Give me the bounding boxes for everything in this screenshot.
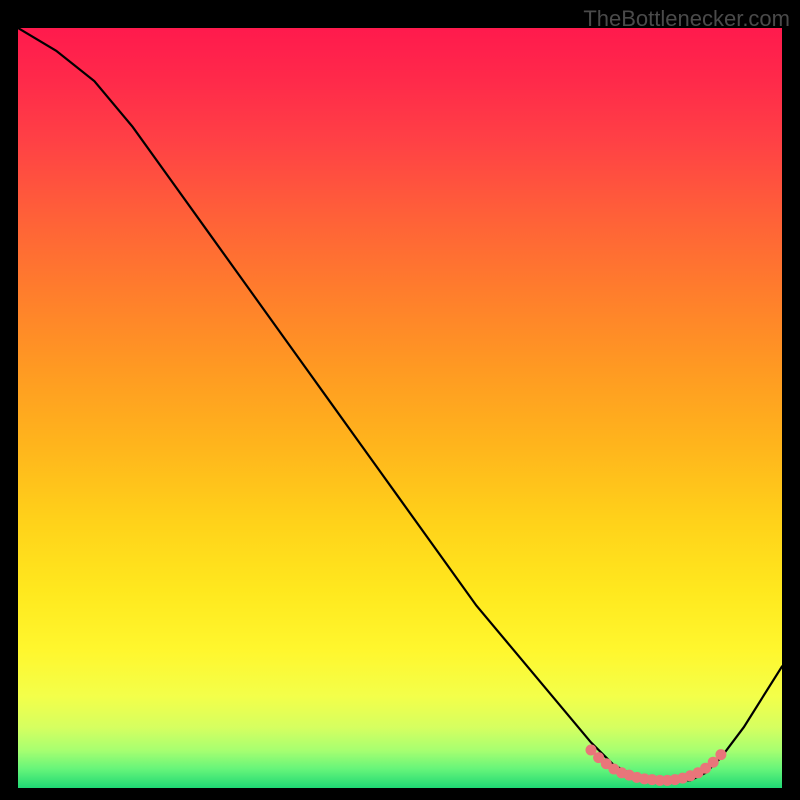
chart-container: TheBottlenecker.com (0, 0, 800, 800)
heatmap-background (18, 28, 782, 788)
plot-area (18, 28, 782, 788)
highlight-dot (715, 749, 726, 760)
watermark-text: TheBottlenecker.com (583, 6, 790, 32)
bottleneck-chart (18, 28, 782, 788)
